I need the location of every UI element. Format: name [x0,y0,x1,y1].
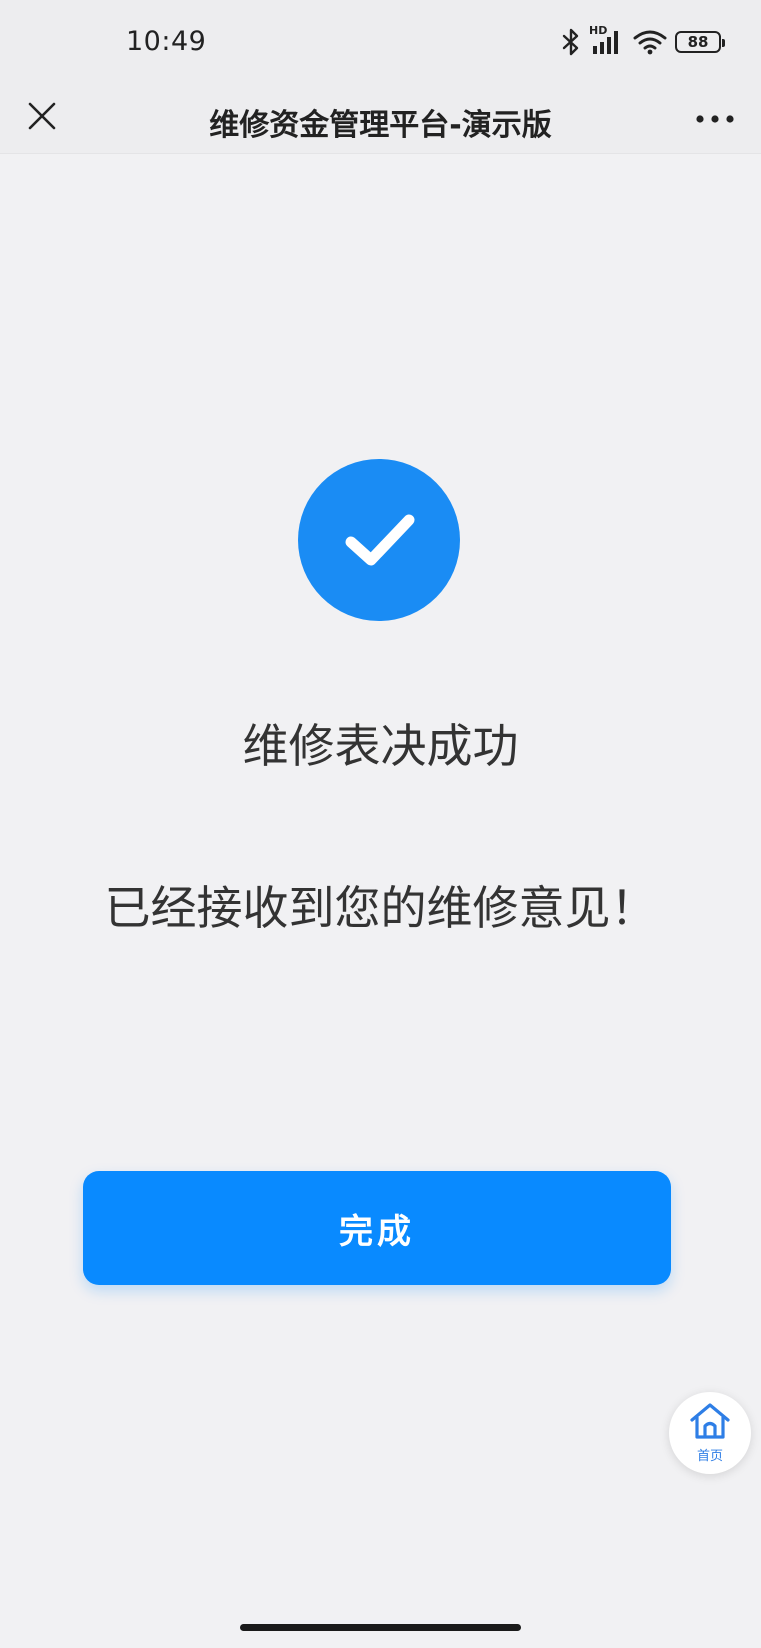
home-icon [688,1402,732,1444]
close-button[interactable] [18,94,66,142]
status-icons: HD 88 [561,24,725,56]
page-title: 维修资金管理平台-演示版 [209,108,552,143]
status-bar: 10:49 HD 88 [0,0,761,82]
more-icon [695,109,735,128]
checkmark-icon [345,514,415,566]
result-title: 维修表决成功 [242,719,519,773]
title-bar: 维修资金管理平台-演示版 [0,82,761,154]
page: 10:49 HD 88 维修资金管理平台-演示版 维修表决成功 已经接收到您的维… [0,0,761,1648]
close-icon [27,101,57,135]
cellular-signal-icon: HD [589,24,625,56]
wifi-icon [633,29,667,55]
gesture-bar[interactable] [240,1624,521,1631]
home-floating-button[interactable]: 首页 [669,1392,751,1474]
battery-icon: 88 [675,31,725,53]
battery-level: 88 [687,33,709,51]
status-time: 10:49 [126,26,207,57]
done-button[interactable]: 完成 [83,1171,671,1285]
result-message: 已经接收到您的维修意见！ [104,881,657,935]
more-button[interactable] [687,94,743,142]
home-label: 首页 [696,1449,723,1464]
check-circle-icon [298,459,460,621]
bluetooth-icon [561,28,581,56]
